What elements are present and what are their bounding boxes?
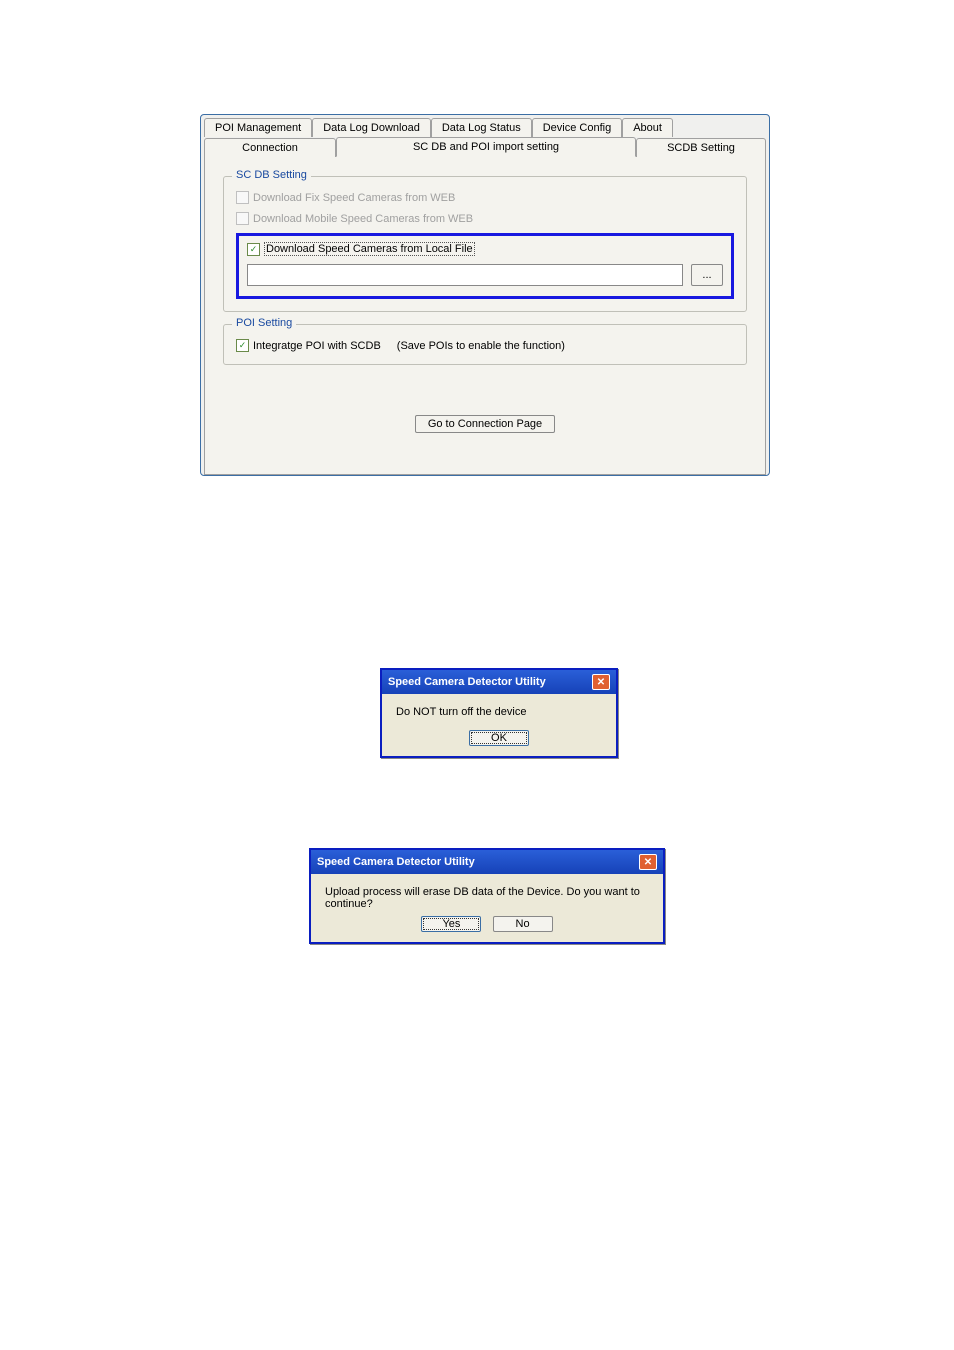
dialog-confirm-upload: Speed Camera Detector Utility ✕ Upload p… — [309, 848, 665, 944]
tab-content: SC DB Setting Download Fix Speed Cameras… — [204, 155, 766, 475]
local-file-highlight: ✓ Download Speed Cameras from Local File… — [236, 233, 734, 299]
scdb-setting-group: SC DB Setting Download Fix Speed Cameras… — [223, 176, 747, 312]
poi-setting-group: POI Setting ✓ Integratge POI with SCDB (… — [223, 324, 747, 365]
dialog1-ok-button[interactable]: OK — [469, 730, 529, 746]
tab-scdb-poi-import[interactable]: SC DB and POI import setting — [336, 137, 636, 157]
checkbox-download-fix — [236, 191, 249, 204]
dialog2-yes-button[interactable]: Yes — [421, 916, 481, 932]
dialog2-titlebar: Speed Camera Detector Utility ✕ — [311, 850, 663, 874]
file-picker-row: ... — [247, 264, 723, 286]
tab-device-config[interactable]: Device Config — [532, 118, 622, 137]
tab-connection[interactable]: Connection — [204, 138, 336, 157]
label-integrate-poi: Integratge POI with SCDB — [253, 340, 381, 352]
dialog-do-not-turn-off: Speed Camera Detector Utility ✕ Do NOT t… — [380, 668, 618, 758]
checkbox-integrate-poi[interactable]: ✓ — [236, 339, 249, 352]
dialog2-message: Upload process will erase DB data of the… — [325, 886, 640, 910]
local-file-path-input[interactable] — [247, 264, 683, 286]
tab-scdb-setting[interactable]: SCDB Setting — [636, 138, 766, 157]
checkbox-download-local[interactable]: ✓ — [247, 243, 260, 256]
dialog1-title-text: Speed Camera Detector Utility — [388, 676, 546, 688]
tabs-container: POI Management Data Log Download Data Lo… — [201, 115, 769, 475]
dialog1-body: Do NOT turn off the device — [382, 694, 616, 730]
row-download-mobile: Download Mobile Speed Cameras from WEB — [236, 212, 734, 225]
row-integrate-poi: ✓ Integratge POI with SCDB (Save POIs to… — [236, 339, 734, 352]
close-icon: ✕ — [597, 677, 605, 688]
checkbox-download-mobile — [236, 212, 249, 225]
go-to-connection-button[interactable]: Go to Connection Page — [415, 415, 555, 433]
row-download-local: ✓ Download Speed Cameras from Local File — [247, 242, 723, 256]
tab-poi-management[interactable]: POI Management — [204, 118, 312, 137]
label-download-local: Download Speed Cameras from Local File — [264, 242, 475, 256]
poi-hint-text: (Save POIs to enable the function) — [397, 340, 565, 352]
browse-button[interactable]: ... — [691, 264, 723, 286]
dialog1-titlebar: Speed Camera Detector Utility ✕ — [382, 670, 616, 694]
dialog2-button-row: Yes No — [311, 916, 663, 942]
dialog2-title-text: Speed Camera Detector Utility — [317, 856, 475, 868]
dialog2-body: Upload process will erase DB data of the… — [311, 874, 663, 916]
label-download-mobile: Download Mobile Speed Cameras from WEB — [253, 213, 473, 225]
tab-data-log-status[interactable]: Data Log Status — [431, 118, 532, 137]
dialog1-close-button[interactable]: ✕ — [592, 674, 610, 690]
close-icon: ✕ — [644, 857, 652, 868]
dialog1-button-row: OK — [382, 730, 616, 756]
dialog1-message: Do NOT turn off the device — [396, 706, 526, 718]
dialog2-close-button[interactable]: ✕ — [639, 854, 657, 870]
tab-row-front: Connection SC DB and POI import setting … — [204, 136, 766, 156]
tab-data-log-download[interactable]: Data Log Download — [312, 118, 431, 137]
row-download-fix: Download Fix Speed Cameras from WEB — [236, 191, 734, 204]
dialog2-no-button[interactable]: No — [493, 916, 553, 932]
poi-group-title: POI Setting — [232, 317, 296, 329]
tab-about[interactable]: About — [622, 118, 673, 137]
scdb-group-title: SC DB Setting — [232, 169, 311, 181]
settings-window: POI Management Data Log Download Data Lo… — [200, 114, 770, 476]
label-download-fix: Download Fix Speed Cameras from WEB — [253, 192, 455, 204]
tab-row-back: POI Management Data Log Download Data Lo… — [204, 118, 766, 137]
